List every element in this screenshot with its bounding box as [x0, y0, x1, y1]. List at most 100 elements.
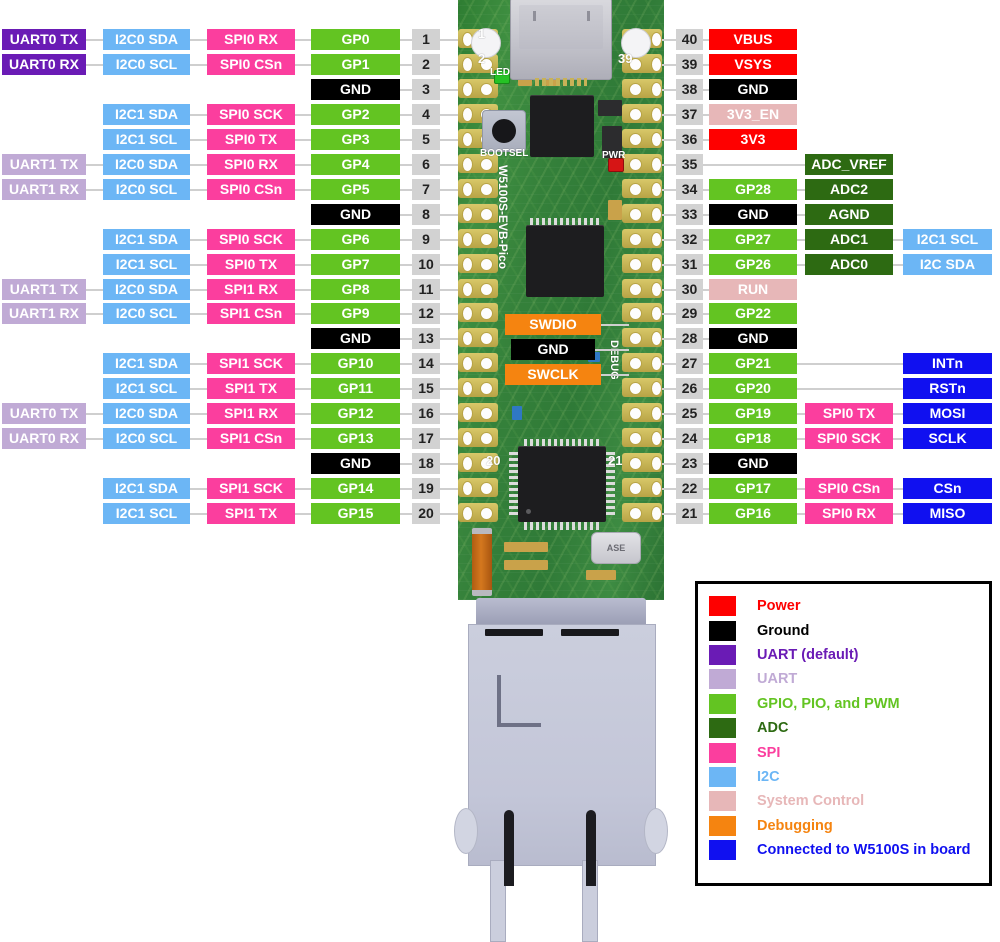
- pin-function-i2c[interactable]: I2C0 SCL: [103, 53, 190, 75]
- pin-function-gpio[interactable]: GP14: [311, 478, 400, 500]
- pin-function-primary[interactable]: GND: [709, 78, 797, 100]
- pin-function-i2c[interactable]: I2C0 SDA: [103, 403, 190, 425]
- pin-function-spi[interactable]: SPI0 RX: [207, 29, 295, 50]
- pin-function-primary[interactable]: GP22: [709, 303, 797, 325]
- pin-function-primary[interactable]: GP26: [709, 253, 797, 275]
- pin-function-secondary[interactable]: SPI0 SCK: [805, 428, 893, 450]
- pin-function-tertiary[interactable]: CSn: [903, 478, 992, 500]
- pin-function-i2c[interactable]: I2C0 SCL: [103, 428, 190, 450]
- pin-function-secondary[interactable]: SPI0 CSn: [805, 478, 893, 500]
- pin-function-secondary[interactable]: SPI0 TX: [805, 403, 893, 425]
- pin-function-spi[interactable]: SPI0 CSn: [207, 178, 295, 200]
- pin-function-gpio[interactable]: GP3: [311, 128, 400, 150]
- pin-function-spi[interactable]: SPI1 CSn: [207, 428, 295, 450]
- pin-function-spi[interactable]: SPI1 SCK: [207, 353, 295, 375]
- pin-function-tertiary[interactable]: SCLK: [903, 428, 992, 450]
- pin-function-tertiary[interactable]: MISO: [903, 503, 992, 525]
- pin-function-i2c[interactable]: I2C1 SDA: [103, 103, 190, 125]
- pin-function-uart[interactable]: UART0 TX: [2, 403, 86, 425]
- pin-function-gpio[interactable]: GP15: [311, 503, 400, 525]
- pin-function-spi[interactable]: SPI1 RX: [207, 403, 295, 425]
- pin-function-gpio[interactable]: GP11: [311, 378, 400, 400]
- debug-pin-label[interactable]: GND: [511, 339, 595, 360]
- pin-function-gpio[interactable]: GP13: [311, 428, 400, 450]
- pin-function-primary[interactable]: RUN: [709, 278, 797, 300]
- pin-function-gpio[interactable]: GND: [311, 453, 400, 475]
- pin-function-secondary[interactable]: ADC0: [805, 253, 893, 275]
- pin-function-primary[interactable]: GP18: [709, 428, 797, 450]
- pin-function-primary[interactable]: 3V3: [709, 128, 797, 150]
- pin-function-secondary[interactable]: ADC1: [805, 228, 893, 250]
- pin-function-spi[interactable]: SPI1 TX: [207, 503, 295, 525]
- pin-function-spi[interactable]: SPI0 TX: [207, 253, 295, 275]
- pin-function-spi[interactable]: SPI1 SCK: [207, 478, 295, 500]
- pin-function-uart[interactable]: UART1 TX: [2, 278, 86, 300]
- pin-function-primary[interactable]: GP28: [709, 178, 797, 200]
- pin-function-primary[interactable]: GND: [709, 328, 797, 350]
- pin-function-gpio[interactable]: GP0: [311, 29, 400, 50]
- pin-function-primary[interactable]: GP16: [709, 503, 797, 525]
- pin-function-uart[interactable]: UART0 RX: [2, 53, 86, 75]
- pin-function-spi[interactable]: SPI1 TX: [207, 378, 295, 400]
- pin-function-spi[interactable]: SPI1 RX: [207, 278, 295, 300]
- pin-function-uart[interactable]: UART1 RX: [2, 303, 86, 325]
- pin-function-i2c[interactable]: I2C1 SCL: [103, 503, 190, 525]
- pin-function-i2c[interactable]: I2C1 SCL: [103, 128, 190, 150]
- pin-function-gpio[interactable]: GND: [311, 78, 400, 100]
- pin-function-i2c[interactable]: I2C1 SCL: [103, 253, 190, 275]
- pin-function-i2c[interactable]: I2C0 SCL: [103, 303, 190, 325]
- pin-function-i2c[interactable]: I2C0 SDA: [103, 29, 190, 50]
- pin-function-i2c[interactable]: I2C1 SCL: [103, 378, 190, 400]
- pin-function-i2c[interactable]: I2C0 SDA: [103, 278, 190, 300]
- pin-function-secondary[interactable]: AGND: [805, 203, 893, 225]
- pin-function-tertiary[interactable]: RSTn: [903, 378, 992, 400]
- debug-pin-label[interactable]: SWCLK: [505, 364, 601, 385]
- pin-function-i2c[interactable]: I2C1 SDA: [103, 228, 190, 250]
- pin-function-uart[interactable]: UART0 RX: [2, 428, 86, 450]
- pin-function-primary[interactable]: 3V3_EN: [709, 103, 797, 125]
- pin-function-gpio[interactable]: GP2: [311, 103, 400, 125]
- pin-function-uart[interactable]: UART0 TX: [2, 29, 86, 50]
- pin-function-tertiary[interactable]: MOSI: [903, 403, 992, 425]
- pin-function-gpio[interactable]: GP4: [311, 153, 400, 175]
- pin-function-gpio[interactable]: GND: [311, 328, 400, 350]
- pin-function-spi[interactable]: SPI0 SCK: [207, 103, 295, 125]
- pin-function-primary[interactable]: GP17: [709, 478, 797, 500]
- pin-function-primary[interactable]: GP27: [709, 228, 797, 250]
- pin-function-i2c[interactable]: I2C1 SDA: [103, 353, 190, 375]
- pin-function-primary[interactable]: GP20: [709, 378, 797, 400]
- pin-function-primary[interactable]: VSYS: [709, 53, 797, 75]
- pin-function-uart[interactable]: UART1 TX: [2, 153, 86, 175]
- pin-function-gpio[interactable]: GP10: [311, 353, 400, 375]
- debug-pin-label[interactable]: SWDIO: [505, 314, 601, 335]
- pin-function-tertiary[interactable]: I2C1 SCL: [903, 228, 992, 250]
- pin-function-primary[interactable]: GP21: [709, 353, 797, 375]
- pin-function-primary[interactable]: GND: [709, 453, 797, 475]
- pin-function-gpio[interactable]: GP7: [311, 253, 400, 275]
- pin-function-gpio[interactable]: GND: [311, 203, 400, 225]
- pin-function-gpio[interactable]: GP1: [311, 53, 400, 75]
- pin-function-spi[interactable]: SPI0 RX: [207, 153, 295, 175]
- pin-function-gpio[interactable]: GP6: [311, 228, 400, 250]
- pin-function-primary[interactable]: VBUS: [709, 29, 797, 50]
- pin-function-spi[interactable]: SPI0 CSn: [207, 53, 295, 75]
- pin-function-gpio[interactable]: GP9: [311, 303, 400, 325]
- pin-function-secondary[interactable]: SPI0 RX: [805, 503, 893, 525]
- pin-function-i2c[interactable]: I2C0 SCL: [103, 178, 190, 200]
- pin-function-tertiary[interactable]: INTn: [903, 353, 992, 375]
- pin-function-tertiary[interactable]: I2C SDA: [903, 253, 992, 275]
- pin-function-gpio[interactable]: GP8: [311, 278, 400, 300]
- pin-function-primary[interactable]: GP19: [709, 403, 797, 425]
- pin-function-secondary[interactable]: ADC_VREF: [805, 153, 893, 175]
- pin-function-i2c[interactable]: I2C1 SDA: [103, 478, 190, 500]
- pin-function-spi[interactable]: SPI0 SCK: [207, 228, 295, 250]
- pin-function-spi[interactable]: SPI1 CSn: [207, 303, 295, 325]
- pin-function-spi[interactable]: SPI0 TX: [207, 128, 295, 150]
- pin-function-gpio[interactable]: GP5: [311, 178, 400, 200]
- pin-function-primary[interactable]: GND: [709, 203, 797, 225]
- bootsel-button[interactable]: [482, 110, 526, 152]
- pin-function-secondary[interactable]: ADC2: [805, 178, 893, 200]
- pin-function-i2c[interactable]: I2C0 SDA: [103, 153, 190, 175]
- pin-function-gpio[interactable]: GP12: [311, 403, 400, 425]
- pin-function-uart[interactable]: UART1 RX: [2, 178, 86, 200]
